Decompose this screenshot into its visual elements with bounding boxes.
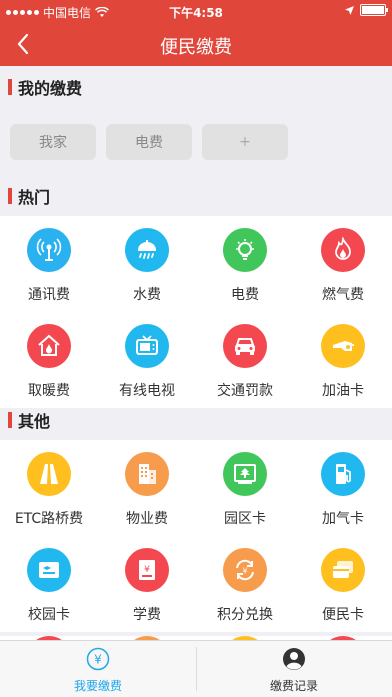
service-park-card[interactable]: 园区卡 (196, 440, 294, 536)
shower-icon (125, 228, 169, 272)
service-traffic-fine[interactable]: 交通罚款 (196, 312, 294, 408)
service-convenience-card[interactable]: 便民卡 (294, 536, 392, 632)
section-title: 我的缴费 (18, 79, 83, 98)
tab-label: 我要缴费 (73, 679, 122, 693)
battery-icon (360, 4, 388, 16)
service-label: 积分兑换 (217, 607, 273, 623)
svg-text:¥: ¥ (144, 565, 150, 575)
service-etc-toll[interactable]: ETC路桥费 (0, 440, 98, 536)
park-card-icon (223, 452, 267, 496)
service-label: 学费 (133, 607, 161, 623)
section-other-header: 其他 (0, 400, 392, 440)
add-payment-button[interactable]: + (202, 124, 288, 160)
service-label: 物业费 (126, 511, 168, 527)
nav-bar: 便民缴费 (0, 22, 392, 66)
fuel-nozzle-icon (321, 324, 365, 368)
section-accent-bar (8, 79, 12, 95)
flame-icon (321, 228, 365, 272)
service-water[interactable]: 水费 (98, 216, 196, 312)
tab-pay[interactable]: ¥ 我要缴费 (0, 641, 196, 697)
service-label: 取暖费 (28, 383, 70, 399)
tuition-book-icon: ¥ (125, 548, 169, 592)
service-label: 便民卡 (322, 607, 364, 623)
car-icon (223, 324, 267, 368)
section-hot-header: 热门 (0, 176, 392, 216)
service-gas-card[interactable]: 加气卡 (294, 440, 392, 536)
status-time: 下午4:58 (169, 6, 223, 20)
hot-grid: 通讯费 水费 电费 燃气费 取暖费 有线电视 交通罚款 加油卡 (0, 216, 392, 408)
service-points-exchange[interactable]: ¥ 积分兑换 (196, 536, 294, 632)
house-fire-icon (27, 324, 71, 368)
location-arrow-icon (345, 5, 354, 15)
section-accent-bar (8, 188, 12, 204)
status-bar: 中国电信 下午4:58 (0, 0, 392, 22)
svg-text:¥: ¥ (94, 653, 102, 667)
page-title: 便民缴费 (160, 37, 232, 58)
svg-text:¥: ¥ (242, 567, 247, 576)
tab-label: 缴费记录 (269, 679, 318, 693)
lightbulb-icon (223, 228, 267, 272)
service-label: 园区卡 (224, 511, 266, 527)
service-label: 电费 (231, 287, 259, 303)
service-tuition[interactable]: ¥ 学费 (98, 536, 196, 632)
road-icon (27, 452, 71, 496)
building-icon (125, 452, 169, 496)
tab-records[interactable]: 缴费记录 (196, 641, 392, 697)
yen-circle-icon: ¥ (86, 647, 110, 671)
campus-card-icon (27, 548, 71, 592)
service-heating[interactable]: 取暖费 (0, 312, 98, 408)
user-avatar-icon (283, 648, 305, 670)
gas-pump-icon (321, 452, 365, 496)
service-label: ETC路桥费 (14, 511, 84, 527)
service-label: 有线电视 (119, 383, 175, 399)
section-my-payments-header: 我的缴费 (0, 67, 392, 107)
service-label: 燃气费 (322, 287, 364, 303)
service-cable-tv[interactable]: 有线电视 (98, 312, 196, 408)
antenna-icon (27, 228, 71, 272)
service-telecom[interactable]: 通讯费 (0, 216, 98, 312)
service-label: 交通罚款 (217, 383, 273, 399)
points-exchange-icon: ¥ (223, 548, 267, 592)
my-payment-item-home[interactable]: 我家 (10, 124, 96, 160)
tv-icon (125, 324, 169, 368)
service-campus-card[interactable]: 校园卡 (0, 536, 98, 632)
other-grid: ETC路桥费 物业费 园区卡 加气卡 校园卡 ¥ 学费 ¥ 积分兑换 便民卡 (0, 440, 392, 632)
tab-bar: ¥ 我要缴费 缴费记录 (0, 640, 392, 697)
service-gas[interactable]: 燃气费 (294, 216, 392, 312)
service-property[interactable]: 物业费 (98, 440, 196, 536)
convenience-card-icon (321, 548, 365, 592)
my-payment-item-electric[interactable]: 电费 (106, 124, 192, 160)
service-label: 加油卡 (322, 383, 364, 399)
section-title: 其他 (18, 412, 51, 431)
service-label: 通讯费 (28, 287, 70, 303)
service-electric[interactable]: 电费 (196, 216, 294, 312)
service-label: 加气卡 (322, 511, 364, 527)
status-right (345, 4, 388, 16)
section-title: 热门 (18, 188, 51, 207)
service-label: 水费 (133, 287, 161, 303)
my-payments-row: 我家 电费 + (0, 114, 392, 176)
section-accent-bar (8, 412, 12, 428)
service-fuel-card[interactable]: 加油卡 (294, 312, 392, 408)
service-label: 校园卡 (28, 607, 70, 623)
